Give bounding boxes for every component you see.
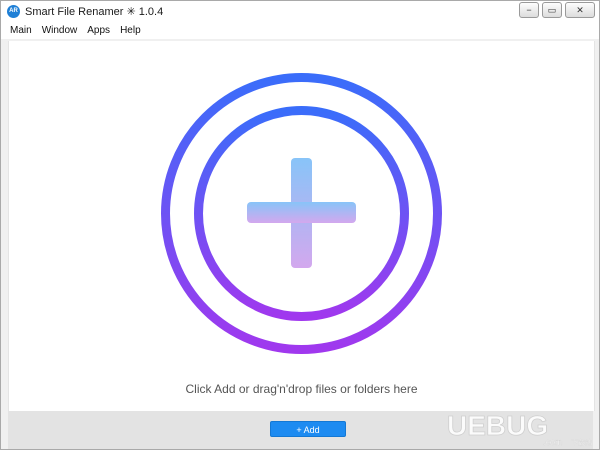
plus-horizontal	[247, 202, 356, 223]
add-button[interactable]: + Add	[270, 421, 346, 437]
watermark-logo: UEBUG .com 下载站	[447, 410, 593, 448]
app-window: AR Smart File Renamer ✳ 1.0.4 − ▭ ✕ Main…	[0, 0, 600, 450]
window-title: Smart File Renamer ✳ 1.0.4	[25, 6, 164, 18]
minimize-button[interactable]: −	[519, 2, 539, 18]
add-files-circle-icon[interactable]	[159, 71, 444, 356]
app-logo-icon[interactable]: AR	[7, 5, 20, 18]
watermark-sub: 下载站	[571, 438, 592, 447]
drop-area[interactable]: Click Add or drag'n'drop files or folder…	[8, 41, 595, 411]
menu-window[interactable]: Window	[37, 23, 83, 39]
drop-hint-text: Click Add or drag'n'drop files or folder…	[185, 382, 418, 396]
menu-bar: Main Window Apps Help	[1, 23, 599, 39]
window-controls: − ▭ ✕	[519, 2, 595, 18]
title-bar[interactable]: AR Smart File Renamer ✳ 1.0.4 − ▭ ✕	[1, 1, 599, 23]
close-button[interactable]: ✕	[565, 2, 595, 18]
menu-help[interactable]: Help	[115, 23, 146, 39]
maximize-button[interactable]: ▭	[542, 2, 562, 18]
watermark-text: UEBUG	[447, 410, 548, 441]
watermark-suffix: .com	[543, 437, 563, 447]
menu-apps[interactable]: Apps	[82, 23, 115, 39]
menu-main[interactable]: Main	[1, 23, 37, 39]
